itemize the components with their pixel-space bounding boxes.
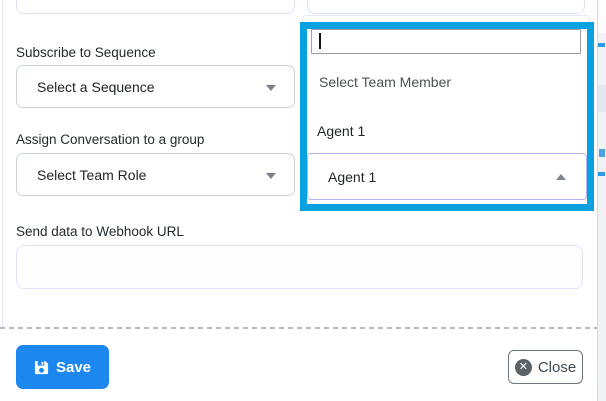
chevron-down-icon [266, 85, 276, 91]
background-fragment [598, 85, 606, 112]
team-member-dropdown-panel: Select Team Member Agent 1 Agent 1 [302, 15, 590, 205]
save-button-label: Save [56, 359, 91, 376]
text-cursor [319, 33, 321, 49]
sequence-select[interactable]: Select a Sequence [16, 65, 295, 108]
save-icon [34, 360, 49, 375]
background-fragment [598, 0, 606, 33]
modal-left-border [2, 0, 3, 327]
team-member-select[interactable]: Agent 1 [307, 153, 587, 200]
sequence-label: Subscribe to Sequence [16, 45, 156, 60]
group-label: Assign Conversation to a group [16, 132, 204, 147]
top-left-input[interactable] [16, 0, 295, 14]
close-circle-icon: ✕ [515, 359, 532, 376]
sequence-select-value: Select a Sequence [37, 79, 155, 95]
top-right-input[interactable] [307, 0, 585, 14]
save-button[interactable]: Save [16, 345, 109, 389]
webhook-label: Send data to Webhook URL [16, 224, 184, 239]
close-button-label: Close [538, 359, 576, 376]
close-button[interactable]: ✕ Close [508, 350, 583, 384]
team-member-select-value: Agent 1 [328, 169, 376, 185]
background-fragment [599, 149, 605, 157]
chevron-up-icon [556, 174, 566, 180]
group-select-value: Select Team Role [37, 167, 146, 183]
footer-dashed-divider [0, 327, 597, 329]
team-member-search-input[interactable] [311, 29, 581, 54]
settings-modal: Subscribe to Sequence Select a Sequence … [0, 0, 606, 401]
group-select[interactable]: Select Team Role [16, 153, 295, 196]
webhook-url-input[interactable] [16, 245, 583, 289]
background-fragment [598, 43, 605, 47]
background-page-sliver [598, 0, 606, 401]
dropdown-option-agent1[interactable]: Agent 1 [317, 123, 365, 139]
chevron-down-icon [266, 173, 276, 179]
background-fragment [598, 172, 605, 176]
dropdown-option-placeholder[interactable]: Select Team Member [319, 74, 451, 90]
